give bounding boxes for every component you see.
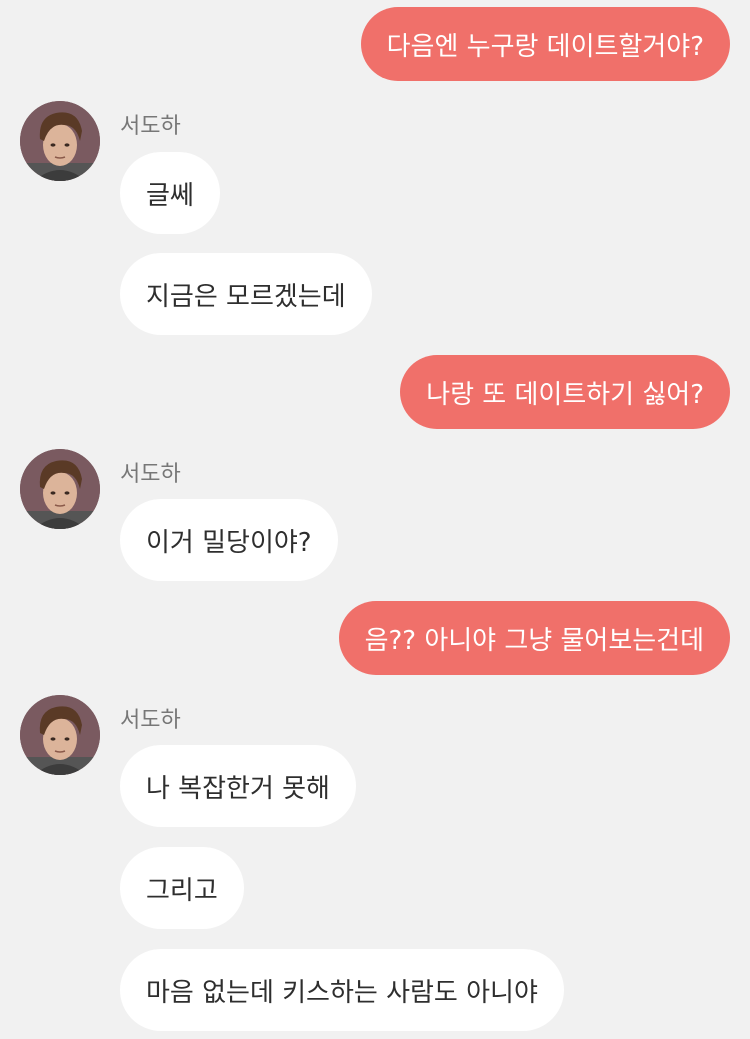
message-text: 글쎄 (146, 180, 194, 211)
contact-name: 서도하 (120, 462, 181, 487)
message-text: 음?? 아니야 그냥 물어보는건데 (364, 625, 704, 656)
message-text: 나랑 또 데이트하기 싫어? (426, 379, 704, 410)
my-message-bubble[interactable]: 음?? 아니야 그냥 물어보는건데 (338, 601, 730, 675)
message-text: 지금은 모르겠는데 (146, 281, 346, 312)
message-text: 마음 없는데 키스하는 사람도 아니야 (146, 977, 538, 1008)
contact-name: 서도하 (120, 708, 181, 733)
their-message-bubble[interactable]: 마음 없는데 키스하는 사람도 아니야 (120, 949, 564, 1031)
person-avatar-icon (20, 449, 100, 529)
message-text: 다음엔 누구랑 데이트할거야? (386, 31, 704, 62)
contact-avatar[interactable] (20, 695, 100, 775)
contact-avatar[interactable] (20, 449, 100, 529)
their-message-bubble[interactable]: 이거 밀당이야? (120, 499, 338, 581)
their-message-bubble[interactable]: 나 복잡한거 못해 (120, 745, 356, 827)
contact-name: 서도하 (120, 114, 181, 139)
contact-avatar[interactable] (20, 101, 100, 181)
my-message-bubble[interactable]: 다음엔 누구랑 데이트할거야? (360, 7, 730, 81)
their-message-bubble[interactable]: 글쎄 (120, 152, 220, 234)
my-message-bubble[interactable]: 나랑 또 데이트하기 싫어? (400, 355, 730, 429)
person-avatar-icon (20, 695, 100, 775)
their-message-bubble[interactable]: 지금은 모르겠는데 (120, 253, 372, 335)
message-text: 이거 밀당이야? (146, 527, 312, 558)
their-message-bubble[interactable]: 그리고 (120, 847, 244, 929)
message-text: 그리고 (146, 875, 218, 906)
message-text: 나 복잡한거 못해 (146, 773, 330, 804)
person-avatar-icon (20, 101, 100, 181)
